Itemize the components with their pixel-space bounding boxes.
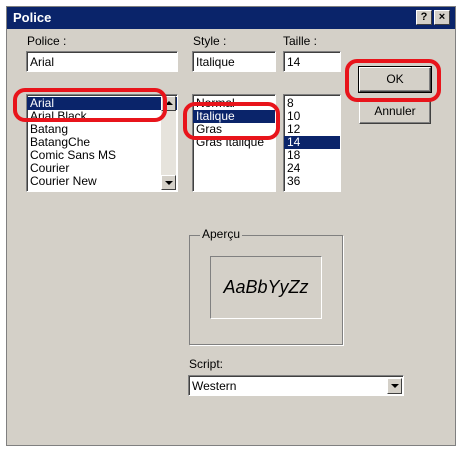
style-list[interactable]: Normal Italique Gras Gras Italique [192,94,276,192]
close-button[interactable]: × [434,10,450,25]
preview-sample: AaBbYyZz [210,256,322,319]
font-label: Police : [27,34,67,48]
font-dialog: Police ? × Police : Arial Arial Arial Bla… [6,6,456,446]
size-input[interactable]: 14 [283,51,341,72]
font-list-item[interactable]: Courier New [27,175,177,188]
scroll-up-button[interactable] [161,96,176,111]
arrow-up-icon [165,101,173,105]
window-title: Police [13,10,52,25]
size-label: Taille : [283,34,318,48]
arrow-down-icon [165,181,173,185]
script-label: Script: [189,357,224,371]
preview-label: Aperçu [200,227,243,241]
script-dropdown-button[interactable] [387,378,402,394]
script-select[interactable]: Western [188,375,404,396]
title-bar: Police ? × [7,7,455,29]
style-label: Style : [193,34,227,48]
preview-group: Aperçu AaBbYyZz [189,227,343,345]
scroll-down-button[interactable] [161,175,176,190]
help-button[interactable]: ? [416,10,432,25]
chevron-down-icon [391,384,399,388]
ok-button[interactable]: OK [358,66,432,93]
style-input[interactable]: Italique [192,51,276,72]
style-list-item[interactable]: Gras Italique [193,136,275,149]
font-name-input[interactable]: Arial [26,51,178,72]
script-value: Western [192,379,237,393]
font-list[interactable]: Arial Arial Black Batang BatangChe Comic San… [26,94,178,192]
size-list-item[interactable]: 36 [284,175,340,188]
size-list[interactable]: 8 10 12 14 18 24 36 [283,94,341,192]
cancel-button[interactable]: Annuler [359,99,431,124]
font-list-scrollbar[interactable] [161,96,176,190]
